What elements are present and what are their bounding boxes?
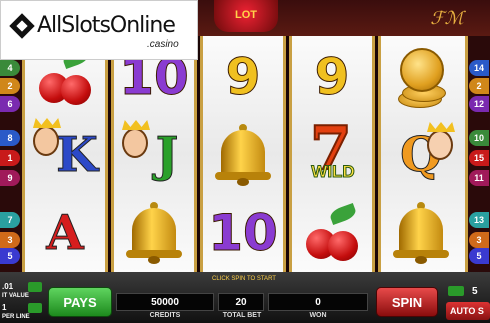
auto-spin-panel: 5 AUTO S <box>442 282 490 323</box>
payline-tag[interactable]: 5 <box>469 248 489 264</box>
logo-subtext: .casino <box>147 39 179 50</box>
bell-symbol <box>203 116 283 194</box>
coin-value: .01 <box>2 282 14 291</box>
spin-button[interactable]: SPIN <box>376 287 438 317</box>
payline-markers-right: 14 2 12 10 15 11 13 3 5 <box>468 60 490 264</box>
auto-spin-button[interactable]: AUTO S <box>446 302 490 320</box>
nine-symbol: 9 <box>292 38 372 116</box>
symbol-letter: A <box>46 205 84 262</box>
bell-icon <box>393 202 449 264</box>
wild-seven-symbol: 7 WILD <box>292 113 372 194</box>
game-title-badge: LOT <box>214 0 278 32</box>
reel-2: 10 J <box>111 36 197 272</box>
total-bet-display: 20 <box>218 293 264 311</box>
symbol-number: 9 <box>225 48 261 107</box>
bell-symbol <box>114 194 194 272</box>
payline-tag[interactable]: 4 <box>0 60 20 76</box>
won-display: 0 <box>268 293 368 311</box>
payline-tag[interactable]: 7 <box>0 212 20 228</box>
coin-value-arrow-icon[interactable] <box>28 282 42 292</box>
bell-icon <box>126 202 182 264</box>
site-logo: AllSlotsOnline .casino <box>0 0 198 60</box>
payline-tag[interactable]: 12 <box>469 96 489 112</box>
won-label: WON <box>309 312 327 319</box>
credits-display: 50000 <box>116 293 214 311</box>
payline-tag[interactable]: 9 <box>0 170 20 186</box>
cherries-symbol <box>292 194 372 272</box>
pays-button[interactable]: PAYS <box>48 287 112 317</box>
reel-4: 9 7 WILD <box>289 36 375 272</box>
queen-face-icon <box>427 130 453 160</box>
reel-area: K A 10 J 9 10 9 7 WILD Q <box>22 36 468 272</box>
payline-tag[interactable]: 2 <box>469 78 489 94</box>
ten-symbol: 10 <box>203 194 283 272</box>
nine-symbol: 9 <box>203 38 283 116</box>
wild-seven-icon: 7 WILD <box>309 113 355 185</box>
payline-tag[interactable]: 11 <box>469 170 489 186</box>
payline-tag[interactable]: 2 <box>0 78 20 94</box>
payline-tag[interactable]: 10 <box>469 130 489 146</box>
lines-arrow-icon[interactable] <box>448 286 464 296</box>
symbol-letter: J <box>155 127 179 184</box>
gold-coins-icon <box>390 46 452 108</box>
jack-symbol: J <box>114 116 194 194</box>
per-line-label: PER LINE <box>2 314 30 320</box>
payline-tag[interactable]: 8 <box>0 130 20 146</box>
diamond-icon <box>9 13 35 39</box>
payline-tag[interactable]: 5 <box>0 248 20 264</box>
coins-symbol <box>381 38 461 116</box>
corner-ornament: ℱℳ <box>430 8 464 28</box>
coin-value-label: IT VALUE <box>2 293 29 299</box>
bell-icon <box>215 124 271 186</box>
ace-symbol: A <box>25 194 105 272</box>
payline-markers-left: 4 2 6 8 1 9 7 3 5 <box>0 60 22 264</box>
credits-label: CREDITS <box>149 312 181 319</box>
king-face-icon <box>33 126 59 156</box>
queen-symbol: Q <box>381 116 461 194</box>
symbol-letter: K <box>56 127 99 184</box>
cherries-icon <box>302 202 362 261</box>
reel-5: Q <box>378 36 468 272</box>
jack-face-icon <box>122 128 148 158</box>
symbol-number: 9 <box>314 48 350 107</box>
payline-tag[interactable]: 6 <box>0 96 20 112</box>
payline-tag[interactable]: 13 <box>469 212 489 228</box>
bell-symbol <box>381 194 461 272</box>
per-line-arrow-icon[interactable] <box>28 303 42 313</box>
per-line-value: 1 <box>2 303 7 312</box>
hint-text: CLICK SPIN TO START <box>212 276 276 282</box>
total-bet-label: TOTAL BET <box>222 312 262 319</box>
lines-value: 5 <box>472 286 478 297</box>
payline-tag[interactable]: 15 <box>469 150 489 166</box>
logo-text: AllSlotsOnline <box>37 13 176 38</box>
payline-tag[interactable]: 3 <box>469 232 489 248</box>
payline-tag[interactable]: 1 <box>0 150 20 166</box>
reel-1: K A <box>22 36 108 272</box>
reel-3: 9 10 <box>200 36 286 272</box>
payline-tag[interactable]: 14 <box>469 60 489 76</box>
bet-settings-panel: .01 IT VALUE 1 PER LINE <box>0 282 46 323</box>
payline-tag[interactable]: 3 <box>0 232 20 248</box>
symbol-number: 10 <box>208 204 279 263</box>
king-symbol: K <box>25 116 105 194</box>
